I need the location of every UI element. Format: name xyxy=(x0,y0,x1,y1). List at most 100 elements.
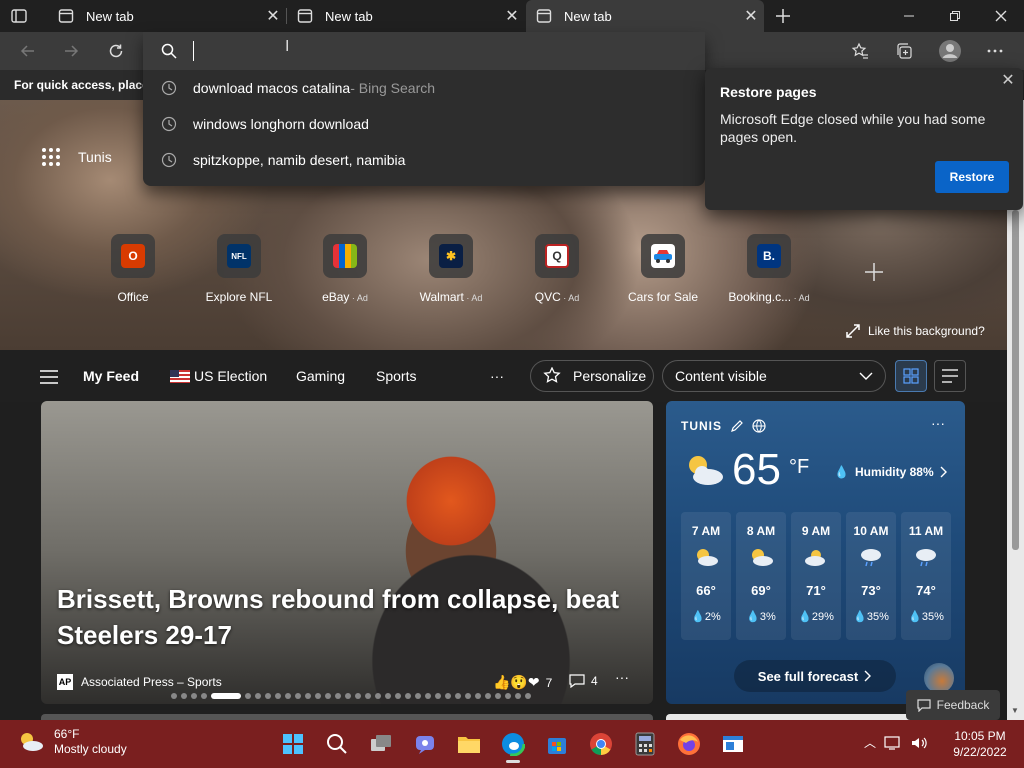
carousel-dot[interactable] xyxy=(385,693,391,699)
globe-icon[interactable] xyxy=(752,419,766,433)
suggestion-item[interactable]: download macos catalina - Bing Search xyxy=(143,70,705,106)
taskbar-weather-widget[interactable]: 66°F Mostly cloudy xyxy=(18,727,127,757)
calculator-icon[interactable] xyxy=(629,728,661,760)
add-site-icon[interactable] xyxy=(862,260,886,284)
file-explorer-icon[interactable] xyxy=(453,728,485,760)
tile-ebay[interactable]: eBay · Ad xyxy=(295,234,395,304)
carousel-dot[interactable] xyxy=(465,693,471,699)
hour-forecast[interactable]: 11 AM 74° 💧35% xyxy=(901,512,951,640)
carousel-dot[interactable] xyxy=(525,693,531,699)
close-tab-icon[interactable]: ✕ xyxy=(499,3,525,29)
carousel-dot[interactable] xyxy=(201,693,207,699)
carousel-dot[interactable] xyxy=(171,693,177,699)
reactions[interactable]: 👍😲❤ 7 xyxy=(493,674,552,691)
grid-view-button[interactable] xyxy=(895,360,927,392)
task-view-icon[interactable] xyxy=(365,728,397,760)
news-card[interactable]: Brissett, Browns rebound from collapse, … xyxy=(41,401,653,704)
carousel-dot[interactable] xyxy=(485,693,491,699)
carousel-dot[interactable] xyxy=(325,693,331,699)
tile-cars-for-sale[interactable]: Cars for Sale xyxy=(613,234,713,304)
carousel-dot[interactable] xyxy=(425,693,431,699)
minimize-button[interactable] xyxy=(886,0,932,32)
carousel-dot[interactable] xyxy=(405,693,411,699)
carousel-dot[interactable] xyxy=(245,693,251,699)
close-tab-icon[interactable]: ✕ xyxy=(260,3,286,29)
teams-chat-icon[interactable] xyxy=(409,728,441,760)
suggestion-item[interactable]: spitzkoppe, namib desert, namibia xyxy=(143,142,705,178)
more-topics-button[interactable]: ··· xyxy=(490,368,504,384)
news-more-button[interactable]: ··· xyxy=(615,669,629,685)
tile-qvc[interactable]: Q QVC · Ad xyxy=(507,234,607,304)
hour-forecast[interactable]: 10 AM 73° 💧35% xyxy=(846,512,896,640)
carousel-dot[interactable] xyxy=(395,693,401,699)
tile-explore-nfl[interactable]: NFL Explore NFL xyxy=(189,234,289,304)
hour-forecast[interactable]: 9 AM 71° 💧29% xyxy=(791,512,841,640)
location-label[interactable]: Tunis xyxy=(78,149,112,165)
profile-avatar[interactable] xyxy=(936,37,964,65)
menu-icon[interactable] xyxy=(40,370,58,384)
carousel-dot[interactable] xyxy=(211,693,241,699)
tile-booking[interactable]: B. Booking.c... · Ad xyxy=(719,234,819,304)
news-headline[interactable]: Brissett, Browns rebound from collapse, … xyxy=(57,581,647,653)
carousel-dot[interactable] xyxy=(435,693,441,699)
microsoft-store-icon[interactable] xyxy=(541,728,573,760)
carousel-dot[interactable] xyxy=(375,693,381,699)
hour-forecast[interactable]: 7 AM 66° 💧2% xyxy=(681,512,731,640)
carousel-dot[interactable] xyxy=(415,693,421,699)
carousel-dot[interactable] xyxy=(191,693,197,699)
carousel-dot[interactable] xyxy=(475,693,481,699)
scroll-thumb[interactable] xyxy=(1012,210,1019,550)
clock[interactable]: 10:05 PM 9/22/2022 xyxy=(950,728,1010,760)
sports-tab[interactable]: Sports xyxy=(376,368,416,384)
hour-forecast[interactable]: 8 AM 69° 💧3% xyxy=(736,512,786,640)
volume-icon[interactable] xyxy=(910,735,928,751)
carousel-dot[interactable] xyxy=(345,693,351,699)
carousel-dot[interactable] xyxy=(515,693,521,699)
carousel-dot[interactable] xyxy=(455,693,461,699)
tile-walmart[interactable]: ✱ Walmart · Ad xyxy=(401,234,501,304)
tab-1[interactable]: New tab ✕ xyxy=(48,0,286,32)
collections-icon[interactable] xyxy=(890,37,918,65)
suggestion-item[interactable]: windows longhorn download xyxy=(143,106,705,142)
weather-more-button[interactable]: ··· xyxy=(931,415,945,431)
tab-2[interactable]: New tab ✕ xyxy=(287,0,525,32)
forward-button[interactable] xyxy=(57,37,85,65)
like-background-button[interactable]: Like this background? xyxy=(846,324,985,338)
comments[interactable]: 4 xyxy=(569,674,598,688)
address-bar[interactable]: I xyxy=(143,32,705,70)
gaming-tab[interactable]: Gaming xyxy=(296,368,345,384)
tile-office[interactable]: O Office xyxy=(83,234,183,304)
chevron-up-icon[interactable]: ︿ xyxy=(864,734,876,751)
new-tab-button[interactable] xyxy=(770,3,796,29)
tab-3-active[interactable]: New tab ✕ xyxy=(526,0,764,32)
carousel-dot[interactable] xyxy=(181,693,187,699)
content-visible-dropdown[interactable]: Content visible xyxy=(662,360,886,392)
scroll-down-arrow[interactable]: ▼ xyxy=(1011,706,1019,715)
list-view-button[interactable] xyxy=(934,360,966,392)
back-button[interactable] xyxy=(14,37,42,65)
carousel-dot[interactable] xyxy=(295,693,301,699)
carousel-dot[interactable] xyxy=(335,693,341,699)
network-icon[interactable] xyxy=(884,735,902,751)
edge-browser-icon[interactable] xyxy=(497,728,529,763)
tab-actions-icon[interactable] xyxy=(10,7,28,25)
temperature-unit[interactable]: °F xyxy=(789,456,809,479)
app-launcher-icon[interactable] xyxy=(42,148,60,166)
carousel-dot[interactable] xyxy=(355,693,361,699)
carousel-dot[interactable] xyxy=(275,693,281,699)
settings-more-icon[interactable] xyxy=(981,37,1009,65)
carousel-dot[interactable] xyxy=(305,693,311,699)
feedback-button[interactable]: Feedback xyxy=(906,690,1000,720)
my-feed-tab[interactable]: My Feed xyxy=(83,368,139,384)
search-icon[interactable] xyxy=(321,728,353,760)
us-election-tab[interactable]: US Election xyxy=(170,368,267,384)
start-windows-icon[interactable] xyxy=(277,728,309,760)
carousel-dots[interactable] xyxy=(171,693,531,699)
carousel-dot[interactable] xyxy=(285,693,291,699)
personalize-button[interactable]: Personalize xyxy=(530,360,654,392)
app-window-icon[interactable] xyxy=(717,728,749,760)
close-icon[interactable]: ✕ xyxy=(999,72,1017,90)
weather-map-thumbnail[interactable] xyxy=(924,663,954,693)
carousel-dot[interactable] xyxy=(445,693,451,699)
carousel-dot[interactable] xyxy=(505,693,511,699)
